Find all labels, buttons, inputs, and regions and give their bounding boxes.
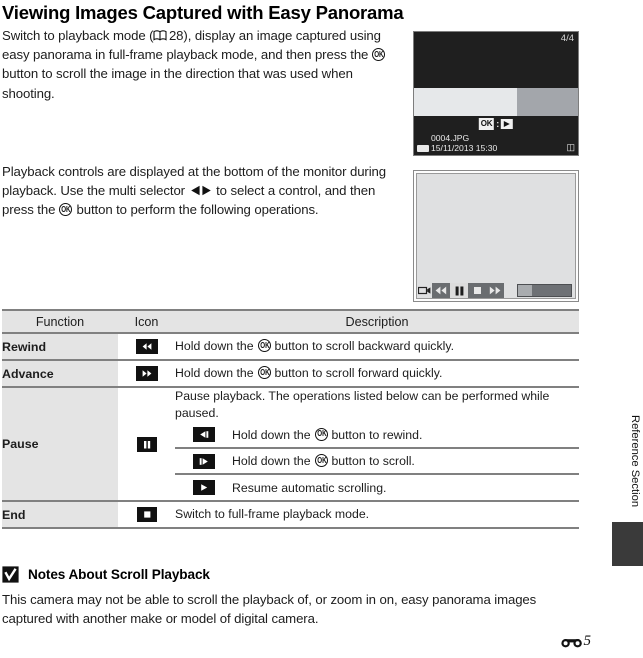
ok-button-icon [372,48,386,62]
playback-buttons-group [432,283,504,298]
table-row: Rewind Hold down the button to scroll ba… [2,333,579,360]
row-icon-end [118,501,175,528]
ok-button-icon [314,427,328,441]
playback-control-bar [417,283,504,298]
pause-intro-text: Pause playback. The operations listed be… [175,389,550,420]
stop-icon [136,507,157,523]
movie-camera-icon [417,283,432,298]
sub-desc-step-back: Hold down the button to rewind. [232,422,579,448]
row-description-advance: Hold down the button to scroll forward q… [175,360,579,387]
pause-icon [136,436,157,452]
camera-monitor-fullframe: 4/4 OK : 0004.JPG 15/11/2013 15:30 ◫ [413,31,579,156]
multi-selector-left-right-icon [190,185,212,196]
row-description-rewind: Hold down the button to scroll backward … [175,333,579,360]
file-metadata: 0004.JPG 15/11/2013 15:30 [431,133,497,153]
sub-row: Resume automatic scrolling. [175,474,579,500]
desc-text-a: Hold down the [175,366,258,380]
panorama-visible-portion [414,88,518,116]
step-back-icon [192,427,215,443]
row-function-end: End [2,501,118,528]
play-icon [192,480,215,496]
desc-text-b: button to scroll backward quickly. [271,339,454,353]
fast-forward-icon [135,366,158,382]
desc-text-b: button to scroll forward quickly. [271,366,443,380]
pause-suboperations-table: Pause playback. The operations listed be… [175,388,579,500]
page-title: Viewing Images Captured with Easy Panora… [2,2,404,23]
fast-forward-button[interactable] [486,283,504,298]
notes-title: Notes About Scroll Playback [28,567,210,582]
file-name: 0004.JPG [431,133,470,143]
desc-text-a: Hold down the [175,339,258,353]
ok-separator: : [496,118,500,129]
intro-paragraph: Switch to playback mode (28), display an… [2,26,402,103]
sub-desc-step-forward: Hold down the button to scroll. [232,448,579,474]
notes-heading: Notes About Scroll Playback [2,566,210,583]
sub-icon-step-forward [175,448,232,474]
desc-text-a: Hold down the [232,427,315,442]
sub-row: Hold down the button to scroll. [175,448,579,474]
pause-intro-row: Pause playback. The operations listed be… [175,388,579,422]
panorama-scroll-canvas [416,173,576,299]
panorama-image-strip [414,88,578,116]
playback-controls-table: Function Icon Description Rewind Hold do… [2,309,579,529]
sub-row: Hold down the button to rewind. [175,422,579,448]
image-size-icon: ◫ [566,142,575,152]
section-side-label: Reference Section [629,415,641,508]
table-row: Pause Pause playback. The operations lis… [2,387,579,501]
pause-button[interactable] [450,283,468,298]
panorama-remaining-portion [517,88,578,116]
scroll-progress-bar [517,284,572,297]
manual-book-icon [153,30,168,41]
reference-section-glyph [560,639,582,648]
page-folio: 5 [560,633,592,650]
paragraph-1-text-a: Switch to playback mode ( [2,28,154,43]
column-header-description: Description [175,309,579,334]
table-row: End Switch to full-frame playback mode. [2,501,579,528]
sub-icon-step-back [175,422,232,448]
column-header-function: Function [2,309,118,334]
table-header-row: Function Icon Description [2,309,579,334]
desc-text-b: button to rewind. [328,427,423,442]
row-function-advance: Advance [2,360,118,387]
frame-count-indicator: 4/4 [560,33,574,44]
row-icon-rewind [118,333,175,360]
ok-chip-label: OK [478,118,495,130]
battery-icon [417,145,429,152]
row-icon-advance [118,360,175,387]
paragraph-1-text-c: button to scroll the image in the direct… [2,66,353,101]
table-row: Advance Hold down the button to scroll f… [2,360,579,387]
row-description-end: Switch to full-frame playback mode. [175,507,370,521]
ok-button-icon [257,366,271,379]
row-description-pause: Pause playback. The operations listed be… [175,387,579,501]
ok-scroll-hint: OK : [478,118,514,130]
sub-icon-play [175,474,232,500]
ok-button-icon [257,339,271,352]
notes-body: This camera may not be able to scroll th… [2,592,537,627]
row-function-pause: Pause [2,387,118,501]
stop-button[interactable] [468,283,486,298]
section-side-tab [612,522,643,566]
ok-button-icon [59,203,73,217]
desc-text-b: button to scroll. [328,454,415,468]
paragraph-2-text-c: button to perform the following operatio… [72,202,319,218]
rewind-icon [135,339,158,355]
column-header-icon: Icon [118,309,175,334]
play-icon [501,119,514,129]
row-function-rewind: Rewind [2,333,118,360]
step-forward-icon [192,453,215,469]
row-icon-pause [118,387,175,501]
checkmark-caution-icon [2,566,19,583]
sub-desc-play: Resume automatic scrolling. [232,480,387,495]
ok-button-icon [314,454,328,467]
camera-monitor-scroll-playback [413,170,579,302]
rewind-button[interactable] [432,283,450,298]
page-number: 5 [583,633,592,649]
controls-paragraph: Playback controls are displayed at the b… [2,162,406,220]
paragraph-1-page-ref: 28 [168,28,184,43]
desc-text-a: Hold down the [232,454,315,468]
scroll-progress-fill [518,285,532,296]
file-date: 15/11/2013 15:30 [431,143,498,153]
